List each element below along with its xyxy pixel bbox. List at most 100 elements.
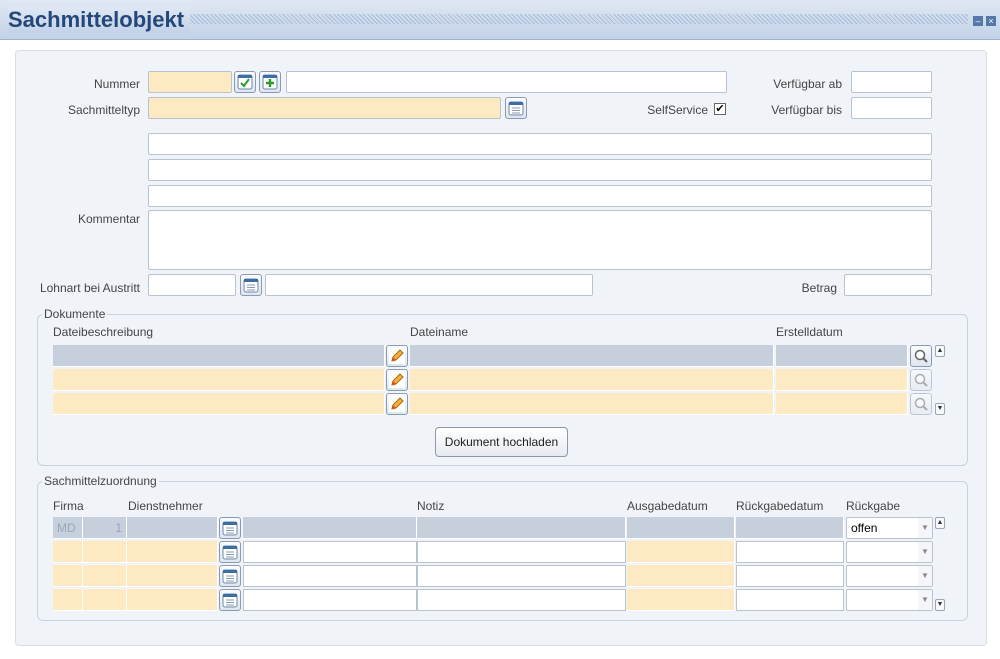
magnifier-icon [914,349,928,363]
zuordnung-scrollbar[interactable]: ▲ ▼ [935,517,945,611]
kommentar-line-1[interactable] [148,133,932,155]
rueckgabedatum-cell[interactable] [736,517,844,539]
window-title: Sachmittelobjekt [8,7,191,33]
notiz-name-cell[interactable] [243,589,417,611]
col-firma: Firma [53,499,84,513]
scroll-up-icon[interactable]: ▲ [935,517,945,529]
calendar-icon [222,545,238,560]
view-button[interactable] [910,345,932,367]
lohnart-bezeichnung-input[interactable] [265,274,593,296]
firma-cell[interactable]: MD [53,517,83,539]
validate-button[interactable] [234,71,256,93]
rueckgabedatum-cell[interactable] [736,541,844,563]
betrag-input[interactable] [844,274,932,296]
scroll-down-icon[interactable]: ▼ [935,403,945,415]
chevron-down-icon: ▼ [918,590,932,610]
doc-dateiname-cell[interactable] [410,393,774,415]
upload-document-button[interactable]: Dokument hochladen [435,427,568,457]
edit-button[interactable] [386,369,408,391]
nummer-input[interactable] [148,71,232,93]
zuordnung-title: Sachmittelzuordnung [42,474,159,488]
ausgabedatum-cell[interactable] [627,565,735,587]
view-button[interactable] [910,369,932,391]
chevron-down-icon: ▼ [918,518,932,538]
kommentar-line-2[interactable] [148,159,932,181]
notiz-name-cell[interactable] [243,517,417,539]
scroll-up-icon[interactable]: ▲ [935,345,945,357]
dienstnehmer-cell[interactable] [127,565,218,587]
lohnart-label: Lohnart bei Austritt [39,281,140,295]
ausgabedatum-cell[interactable] [627,517,735,539]
scroll-down-icon[interactable]: ▼ [935,599,945,611]
view-button[interactable] [910,393,932,415]
doc-beschreibung-cell[interactable] [53,345,385,367]
lohnart-input[interactable] [148,274,236,296]
doc-erstelldatum-cell[interactable] [776,345,908,367]
dienstnehmer-lookup-button[interactable] [219,565,241,587]
close-button[interactable]: × [986,16,996,26]
sachmitteltyp-input[interactable] [148,97,501,119]
dienstnehmer-cell[interactable] [127,589,218,611]
selfservice-checkbox[interactable]: ✔ [714,103,726,115]
col-dateiname: Dateiname [410,325,469,339]
doc-dateiname-cell[interactable] [410,369,774,391]
doc-scrollbar[interactable]: ▲ ▼ [935,345,945,415]
dienstnehmer-nr-cell[interactable] [83,589,127,611]
add-icon [262,74,278,90]
dienstnehmer-lookup-button[interactable] [219,517,241,539]
edit-button[interactable] [386,345,408,367]
rueckgabe-select[interactable]: offen ▼ [846,517,933,539]
lohnart-lookup-button[interactable] [240,274,262,296]
selfservice-label: SelfService [647,103,708,117]
notiz-cell[interactable] [417,541,626,563]
dienstnehmer-lookup-button[interactable] [219,541,241,563]
nummer-label: Nummer [93,77,140,91]
edit-button[interactable] [386,393,408,415]
notiz-cell[interactable] [417,517,626,539]
calendar-icon [243,278,259,293]
firma-cell[interactable] [53,565,83,587]
minimize-button[interactable]: – [973,16,983,26]
notiz-name-cell[interactable] [243,541,417,563]
dienstnehmer-cell[interactable] [127,517,218,539]
doc-erstelldatum-cell[interactable] [776,393,908,415]
verfuegbar-ab-input[interactable] [851,71,932,93]
rueckgabe-select[interactable]: ▼ [846,541,933,563]
col-rueckgabedatum: Rückgabedatum [736,499,824,513]
kommentar-textarea[interactable] [148,210,932,270]
kommentar-line-3[interactable] [148,185,932,207]
doc-beschreibung-cell[interactable] [53,393,385,415]
rueckgabedatum-cell[interactable] [736,565,844,587]
dienstnehmer-cell[interactable] [127,541,218,563]
check-icon [237,74,253,90]
notiz-cell[interactable] [417,565,626,587]
ausgabedatum-cell[interactable] [627,589,735,611]
sachmitteltyp-lookup-button[interactable] [505,97,527,119]
kommentar-label: Kommentar [77,212,140,226]
col-dateibeschreibung: Dateibeschreibung [53,325,154,339]
rueckgabedatum-cell[interactable] [736,589,844,611]
dienstnehmer-nr-cell[interactable] [83,541,127,563]
col-dienstnehmer: Dienstnehmer [128,499,203,513]
pencil-icon [389,396,405,412]
notiz-cell[interactable] [417,589,626,611]
notiz-name-cell[interactable] [243,565,417,587]
doc-erstelldatum-cell[interactable] [776,369,908,391]
firma-cell[interactable] [53,541,83,563]
verfuegbar-bis-input[interactable] [851,97,932,119]
doc-dateiname-cell[interactable] [410,345,774,367]
ausgabedatum-cell[interactable] [627,541,735,563]
dienstnehmer-nr-cell[interactable] [83,565,127,587]
firma-cell[interactable] [53,589,83,611]
dienstnehmer-nr-cell[interactable]: 1 [83,517,127,539]
dienstnehmer-lookup-button[interactable] [219,589,241,611]
verfuegbar-ab-label: Verfügbar ab [773,77,842,91]
add-button[interactable] [259,71,281,93]
bezeichnung-input[interactable] [286,71,727,93]
col-erstelldatum: Erstelldatum [776,325,843,339]
pencil-icon [389,372,405,388]
rueckgabe-select[interactable]: ▼ [846,565,933,587]
doc-beschreibung-cell[interactable] [53,369,385,391]
rueckgabe-select[interactable]: ▼ [846,589,933,611]
col-notiz: Notiz [417,499,445,513]
